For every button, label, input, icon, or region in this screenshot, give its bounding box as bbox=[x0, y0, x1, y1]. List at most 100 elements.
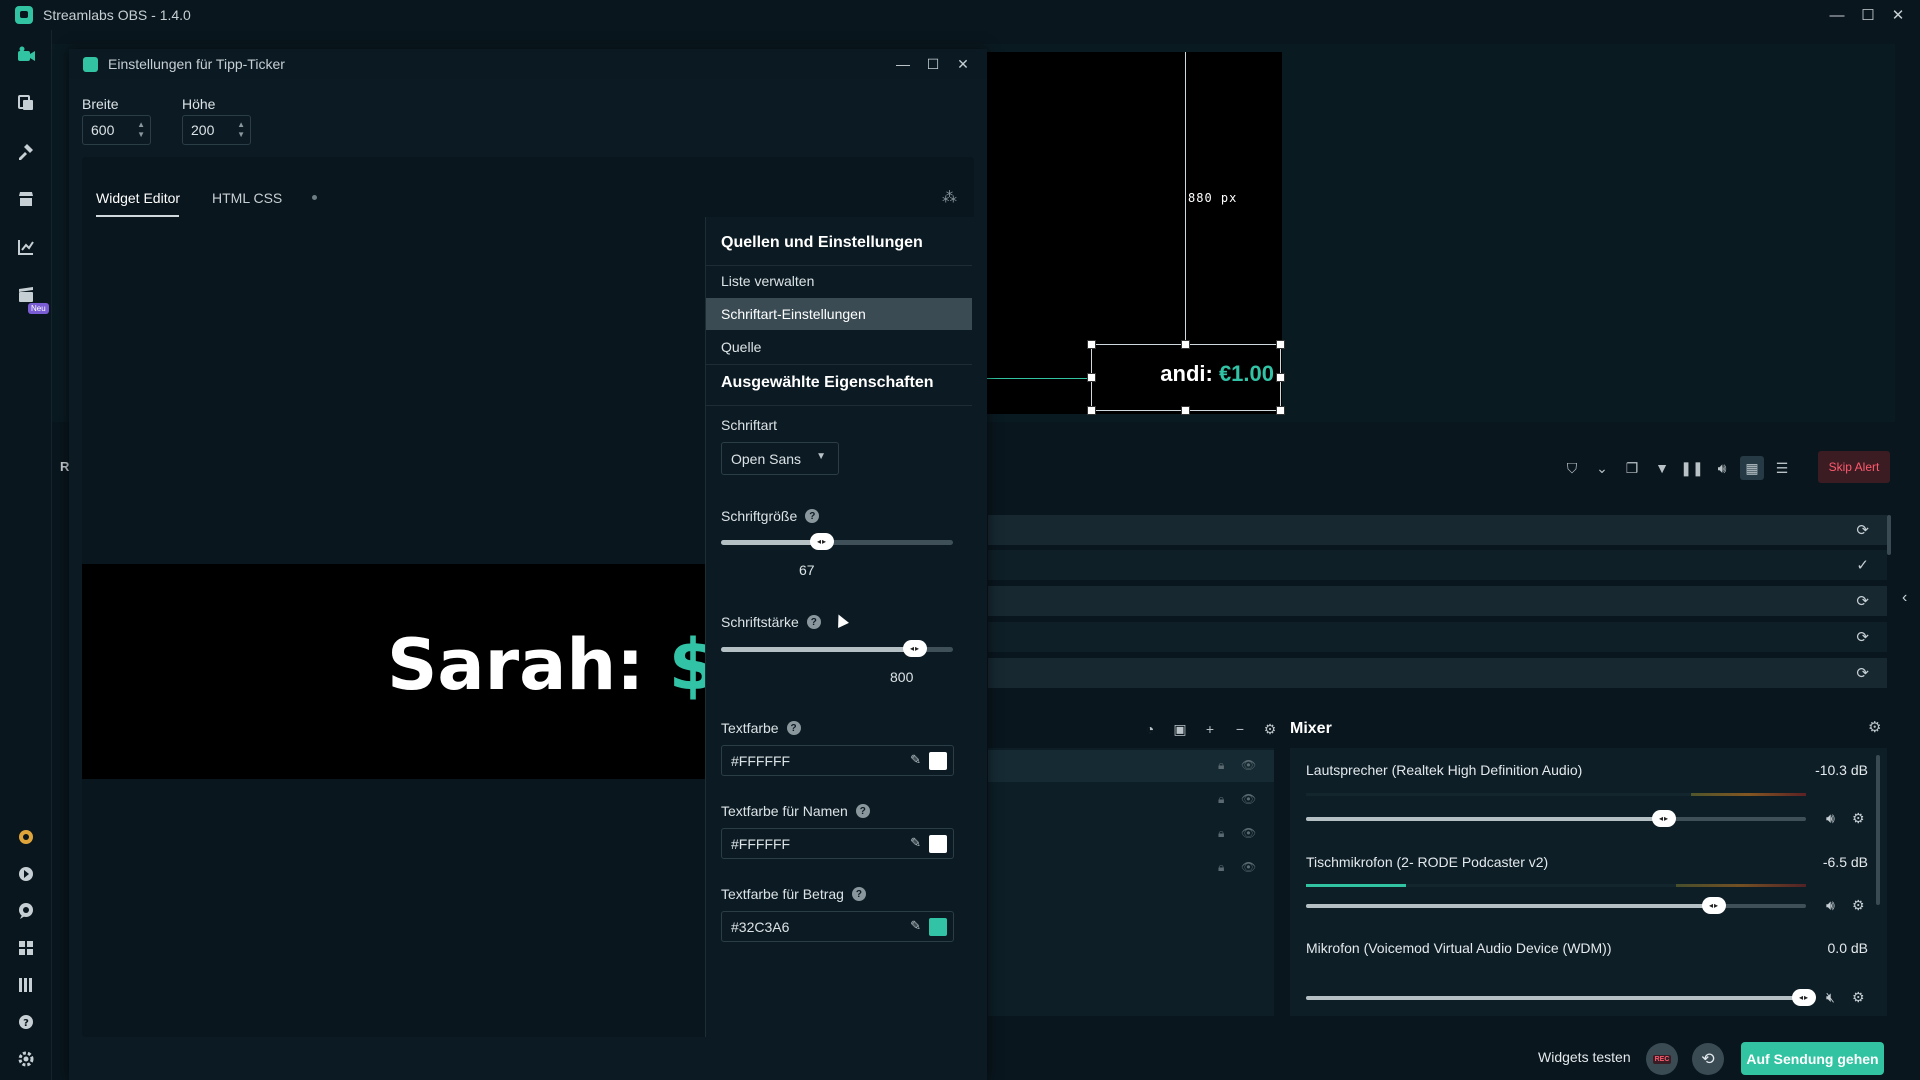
resize-handle[interactable] bbox=[1181, 340, 1190, 349]
library-icon[interactable] bbox=[14, 973, 38, 997]
channel-gear-icon[interactable]: ⚙ bbox=[1852, 897, 1865, 914]
speaker-icon[interactable]: 🔊︎ bbox=[1826, 897, 1835, 914]
mixer-settings-icon[interactable]: ⚙ bbox=[1868, 718, 1881, 736]
volume-slider[interactable]: ◂▸ bbox=[1306, 810, 1806, 827]
source-row[interactable]: 🔒︎ 👁︎ bbox=[988, 818, 1274, 850]
settings-gear-icon[interactable] bbox=[14, 1047, 38, 1071]
skip-alert-button[interactable]: Skip Alert bbox=[1818, 451, 1890, 483]
color-swatch[interactable] bbox=[929, 918, 947, 936]
text-color-input[interactable]: #FFFFFF ✎ bbox=[721, 745, 954, 776]
help-icon[interactable]: ? bbox=[806, 615, 821, 629]
record-button[interactable]: REC bbox=[1646, 1043, 1678, 1075]
queue-row[interactable]: ⟳ bbox=[988, 586, 1887, 616]
remove-icon[interactable]: − bbox=[1230, 717, 1250, 741]
amount-color-input[interactable]: #32C3A6 ✎ bbox=[721, 911, 954, 942]
queue-row[interactable]: ⟳ bbox=[988, 515, 1887, 545]
studio-mode-icon[interactable] bbox=[14, 43, 38, 67]
source-row[interactable]: 🔒︎ 👁︎ bbox=[988, 784, 1274, 816]
menu-item-font-settings[interactable]: Schriftart-Einstellungen bbox=[706, 298, 972, 330]
help-icon[interactable]: ? bbox=[805, 509, 820, 523]
volume-slider-knob[interactable]: ◂▸ bbox=[1652, 810, 1676, 827]
queue-scrollbar[interactable] bbox=[1887, 515, 1891, 555]
font-select[interactable]: Open Sans ▼ bbox=[721, 442, 839, 475]
refresh-icon[interactable]: ⟳ bbox=[1856, 664, 1869, 682]
help-icon[interactable]: ? bbox=[855, 804, 870, 818]
tab-widget-editor[interactable]: Widget Editor bbox=[96, 190, 180, 206]
queue-row[interactable]: ⟳ bbox=[988, 622, 1887, 652]
speaker-muted-icon[interactable]: 🔇︎ bbox=[1826, 989, 1835, 1006]
refresh-icon[interactable]: ⟳ bbox=[1856, 521, 1869, 539]
help-icon[interactable]: ? bbox=[14, 1010, 38, 1034]
source-row[interactable]: 🔒︎ 👁︎ bbox=[988, 852, 1274, 884]
name-color-input[interactable]: #FFFFFF ✎ bbox=[721, 828, 954, 859]
chevron-left-icon[interactable]: ‹ bbox=[1902, 589, 1907, 607]
editor-tools-icon[interactable] bbox=[14, 139, 38, 163]
font-size-slider-knob[interactable]: ◂▸ bbox=[810, 533, 834, 550]
grid-view-icon[interactable]: ▦ bbox=[1740, 456, 1764, 480]
font-weight-slider-knob[interactable]: ◂▸ bbox=[903, 640, 927, 657]
themes-icon[interactable] bbox=[14, 91, 38, 115]
dialog-close-button[interactable]: ✕ bbox=[949, 49, 977, 79]
widgets-test-label[interactable]: Widgets testen bbox=[1538, 1049, 1631, 1065]
menu-item-manage-list[interactable]: Liste verwalten bbox=[706, 265, 972, 297]
menu-item-source[interactable]: Quelle bbox=[706, 331, 972, 363]
channel-gear-icon[interactable]: ⚙ bbox=[1852, 989, 1865, 1006]
resize-handle[interactable] bbox=[1276, 406, 1285, 415]
chevron-down-icon[interactable]: ⌄ bbox=[1590, 456, 1614, 480]
replay-buffer-icon[interactable]: ⟲ bbox=[1692, 1043, 1724, 1075]
eye-off-icon[interactable]: 👁︎ bbox=[1241, 792, 1256, 806]
layout-grid-icon[interactable] bbox=[14, 936, 38, 960]
height-stepper[interactable]: ▲ ▼ bbox=[237, 120, 245, 140]
resize-handle[interactable] bbox=[1276, 373, 1285, 382]
lock-icon[interactable]: 🔒︎ bbox=[1218, 792, 1224, 807]
shield-icon[interactable]: ⛉ bbox=[1560, 456, 1584, 480]
color-swatch[interactable] bbox=[929, 752, 947, 770]
help-icon[interactable]: ? bbox=[851, 887, 866, 901]
refresh-icon[interactable]: ⟳ bbox=[1856, 592, 1869, 610]
mixer-scrollbar[interactable] bbox=[1876, 755, 1880, 905]
pause-icon[interactable]: ❚❚ bbox=[1680, 456, 1704, 480]
volume-slider[interactable]: ◂▸ bbox=[1306, 897, 1806, 914]
volume-slider-knob[interactable]: ◂▸ bbox=[1792, 989, 1816, 1006]
dialog-maximize-button[interactable]: ☐ bbox=[919, 49, 947, 79]
gear-icon[interactable]: ⚙ bbox=[1260, 717, 1280, 741]
resize-handle[interactable] bbox=[1087, 373, 1096, 382]
maximize-button[interactable]: ☐ bbox=[1853, 0, 1883, 30]
volume-slider-knob[interactable]: ◂▸ bbox=[1702, 897, 1726, 914]
resize-handle[interactable] bbox=[1087, 340, 1096, 349]
play-circle-icon[interactable] bbox=[14, 862, 38, 886]
store-icon[interactable] bbox=[14, 187, 38, 211]
dialog-minimize-button[interactable]: — bbox=[889, 49, 917, 79]
source-row[interactable]: 🔒︎ 👁︎ bbox=[988, 750, 1274, 782]
color-swatch[interactable] bbox=[929, 835, 947, 853]
folder-icon[interactable]: ▣ bbox=[1170, 717, 1190, 741]
check-icon[interactable]: ✓ bbox=[1856, 556, 1869, 574]
channel-gear-icon[interactable]: ⚙ bbox=[1852, 810, 1865, 827]
resize-handle[interactable] bbox=[1087, 406, 1096, 415]
tab-html-css[interactable]: HTML CSS bbox=[212, 190, 282, 206]
prime-icon[interactable] bbox=[14, 825, 38, 849]
resize-handle[interactable] bbox=[1181, 406, 1190, 415]
lock-icon[interactable]: 🔒︎ bbox=[1218, 826, 1224, 841]
eyedropper-icon[interactable]: ✎ bbox=[910, 752, 921, 768]
refresh-icon[interactable]: ⟳ bbox=[1856, 628, 1869, 646]
resize-handle[interactable] bbox=[1276, 340, 1285, 349]
list-view-icon[interactable]: ☰ bbox=[1770, 456, 1794, 480]
selected-source-box[interactable]: andi: €1.00 bbox=[1091, 344, 1281, 411]
width-input[interactable]: 600 ▲ ▼ bbox=[82, 115, 151, 145]
dashboard-chart-icon[interactable] bbox=[14, 235, 38, 259]
copy-icon[interactable]: ❐ bbox=[1620, 456, 1644, 480]
queue-row[interactable]: ✓ bbox=[988, 550, 1887, 580]
eyedropper-icon[interactable]: ✎ bbox=[910, 835, 921, 851]
go-live-button[interactable]: Auf Sendung gehen bbox=[1741, 1042, 1884, 1075]
height-input[interactable]: 200 ▲ ▼ bbox=[182, 115, 251, 145]
font-size-slider[interactable]: ◂▸ bbox=[721, 533, 953, 550]
lock-icon[interactable]: 🔒︎ bbox=[1218, 758, 1224, 773]
width-stepper[interactable]: ▲ ▼ bbox=[137, 120, 145, 140]
font-weight-slider[interactable]: ◂▸ bbox=[721, 640, 953, 657]
speaker-icon[interactable]: 🔊︎ bbox=[1826, 810, 1835, 827]
queue-row[interactable]: ⟳ bbox=[988, 658, 1887, 688]
filter-icon[interactable]: ▼ bbox=[1650, 456, 1674, 480]
lock-icon[interactable]: 🔒︎ bbox=[1218, 860, 1224, 875]
close-button[interactable]: ✕ bbox=[1883, 0, 1913, 30]
